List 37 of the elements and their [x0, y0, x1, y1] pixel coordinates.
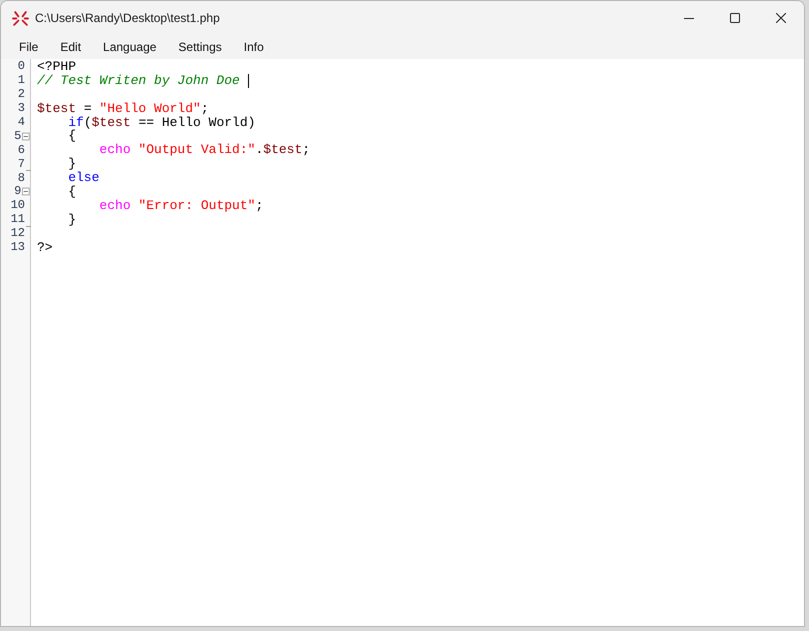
line-number: 3 [16, 102, 25, 116]
code-line: <?PHP [37, 60, 76, 74]
line-number: 2 [16, 88, 25, 102]
code-line: } [67, 157, 76, 172]
menu-item[interactable]: Settings [167, 35, 233, 59]
code-line: else [67, 171, 100, 186]
line-number: 4 [16, 116, 25, 129]
line-number: 0 [16, 60, 25, 74]
code-line: ?> [37, 240, 53, 254]
code-line: { [67, 129, 76, 144]
code-line: // Test Writen by John Doe [37, 74, 241, 88]
code-line: if($test == Hello World) [67, 116, 256, 130]
app-icon [12, 10, 29, 26]
line-number: 11 [10, 213, 25, 226]
code-line: } [67, 212, 76, 227]
line-number: 12 [10, 227, 25, 240]
menu-item[interactable]: Info [232, 35, 275, 59]
maximize-icon [730, 13, 740, 23]
line-number: 10 [10, 199, 25, 212]
line-number: 7 [16, 158, 25, 171]
fold-icon[interactable] [22, 187, 30, 196]
code-line: { [67, 185, 76, 199]
fold-icon[interactable] [22, 132, 30, 141]
code-line: echo "Error: Output"; [98, 198, 264, 213]
menu-item[interactable]: Language [92, 35, 168, 59]
line-number: 5 [13, 130, 22, 143]
line-number: 1 [16, 74, 25, 88]
close-icon [776, 13, 786, 23]
line-number: 8 [16, 172, 25, 185]
line-number: 6 [16, 144, 25, 157]
menu-item[interactable]: Edit [49, 35, 92, 59]
code-line: echo "Output Valid:".$test; [98, 143, 310, 158]
line-number: 13 [10, 241, 25, 254]
line-number: 9 [13, 185, 22, 198]
menu-item[interactable]: File [8, 35, 50, 59]
window-title: C:\Users\Randy\Desktop\test1.php [35, 10, 220, 27]
code-line: $test = "Hello World"; [37, 102, 209, 116]
